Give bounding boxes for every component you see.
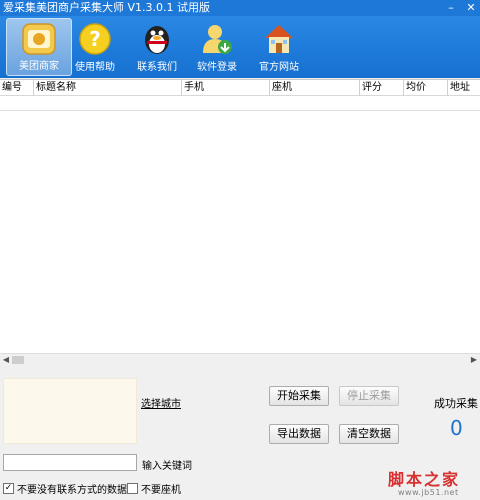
keyword-input[interactable] [3, 454, 137, 471]
close-button[interactable]: ✕ [464, 1, 478, 15]
meituan-icon [22, 23, 56, 55]
toolbar-label: 使用帮助 [75, 62, 115, 73]
column-header-mobile[interactable]: 手机 [182, 80, 270, 96]
checkbox-unchecked-icon[interactable] [127, 483, 138, 494]
column-header-address[interactable]: 地址 [448, 80, 480, 96]
stop-collect-button[interactable]: 停止采集 [339, 386, 399, 406]
city-list-area[interactable] [3, 378, 137, 444]
column-header-id[interactable]: 编号 [0, 80, 34, 96]
watermark-sub: www.jb51.net [398, 488, 459, 497]
toolbar-login[interactable]: 软件登录 [184, 18, 250, 76]
results-grid[interactable]: 编号 标题名称 手机 座机 评分 均价 地址 [0, 79, 480, 365]
start-collect-button[interactable]: 开始采集 [269, 386, 329, 406]
title-bar: 爱采集美团商户采集大师 V1.3.0.1 试用版 – ✕ [0, 0, 480, 16]
qq-penguin-icon [145, 26, 169, 54]
toolbar-label: 软件登录 [197, 62, 237, 73]
column-header-landline[interactable]: 座机 [270, 80, 360, 96]
option-no-landline[interactable]: 不要座机 [127, 481, 181, 496]
window-title: 爱采集美团商户采集大师 V1.3.0.1 试用版 [3, 1, 211, 14]
scroll-right-arrow-icon[interactable]: ▶ [468, 354, 480, 366]
scroll-left-arrow-icon[interactable]: ◀ [0, 354, 12, 366]
checkbox-checked-icon[interactable]: ✓ [3, 483, 14, 494]
option-no-contact[interactable]: ✓ 不要没有联系方式的数据 [3, 481, 127, 496]
toolbar-label: 官方网站 [259, 62, 299, 73]
clear-data-button[interactable]: 清空数据 [339, 424, 399, 444]
option-no-landline-label: 不要座机 [141, 485, 181, 496]
toolbar-contact[interactable]: 联系我们 [124, 18, 190, 76]
window-controls: – ✕ [444, 1, 478, 15]
column-header-title[interactable]: 标题名称 [34, 80, 182, 96]
column-header-avg-price[interactable]: 均价 [404, 80, 448, 96]
minimize-button[interactable]: – [444, 1, 458, 15]
toolbar-help[interactable]: ? 使用帮助 [62, 18, 128, 76]
main-toolbar: 美团商家 ? 使用帮助 联系我们 软件登录 官方网站 [0, 16, 480, 78]
empty-row [0, 97, 480, 111]
success-count-label: 成功采集 [434, 397, 478, 410]
grid-horizontal-scrollbar[interactable]: ◀ ▶ [0, 353, 480, 365]
scrollbar-thumb[interactable] [12, 356, 24, 364]
keyword-label: 输入关键词 [142, 461, 192, 472]
option-no-contact-label: 不要没有联系方式的数据 [17, 485, 127, 496]
user-login-icon [203, 25, 232, 54]
select-city-link[interactable]: 选择城市 [141, 395, 181, 410]
toolbar-label: 联系我们 [137, 62, 177, 73]
home-icon [265, 25, 293, 53]
grid-header: 编号 标题名称 手机 座机 评分 均价 地址 [0, 80, 480, 96]
help-icon: ? [79, 23, 111, 55]
success-count-value: 0 [450, 416, 463, 440]
site-watermark: 脚本之家 www.jb51.net [388, 466, 480, 500]
svg-text:?: ? [89, 27, 101, 51]
column-header-rating[interactable]: 评分 [360, 80, 404, 96]
watermark-main: 脚本之家 [388, 470, 461, 489]
export-data-button[interactable]: 导出数据 [269, 424, 329, 444]
toolbar-official-site[interactable]: 官方网站 [246, 18, 312, 76]
